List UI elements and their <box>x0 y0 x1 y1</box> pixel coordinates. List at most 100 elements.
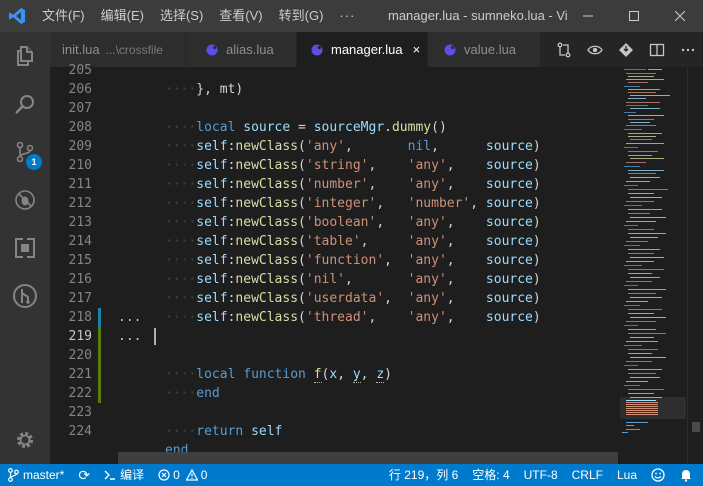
tab-manager-lua[interactable]: manager.lua × <box>297 32 428 67</box>
code-editor[interactable]: 205 206 207 208 209 210 211 212 213 214 … <box>50 63 703 464</box>
line-number: 206 <box>68 82 92 97</box>
line-number: 218 <box>68 310 92 325</box>
more-actions-icon[interactable] <box>672 32 703 67</box>
code-area[interactable]: ····}, mt) ····local source = sourceMgr.… <box>118 67 618 464</box>
code-line: end <box>164 443 189 458</box>
status-bar-right: 行 219，列 6 空格: 4 UTF-8 CRLF Lua <box>382 464 703 486</box>
title-bar: 文件(F) 编辑(E) 选择(S) 查看(V) 转到(G) ··· manage… <box>0 0 703 32</box>
sync-icon[interactable]: ⟳ <box>71 464 97 486</box>
menu-edit[interactable]: 编辑(E) <box>93 0 152 32</box>
line-number: 223 <box>68 405 92 420</box>
menu-more[interactable]: ··· <box>331 0 363 32</box>
compile-button[interactable]: 编译 <box>97 464 151 486</box>
tab-label: manager.lua <box>331 42 403 57</box>
code-line: ····self:newClass('userdata', 'any', sou… <box>164 291 541 306</box>
code-line: ····self:newClass('boolean', 'any', sour… <box>164 215 541 230</box>
gear-icon[interactable] <box>0 416 50 464</box>
code-line: ····local function f(x, y, z) <box>164 367 392 383</box>
line-number: 208 <box>68 120 92 135</box>
encoding[interactable]: UTF-8 <box>517 464 565 486</box>
code-line: ····self:newClass('thread', 'any', sourc… <box>164 310 541 325</box>
tab-alias-lua[interactable]: alias.lua <box>186 32 297 67</box>
minimap[interactable] <box>620 67 686 464</box>
search-icon[interactable] <box>0 80 50 128</box>
explorer-icon[interactable] <box>0 32 50 80</box>
code-line: ····end <box>164 386 220 401</box>
activity-bar: 1 <box>0 32 50 464</box>
warning-count: 0 <box>200 468 208 482</box>
line-number: 205 <box>68 63 92 78</box>
git-graph-icon[interactable] <box>0 272 50 320</box>
line-number-gutter: 205 206 207 208 209 210 211 212 213 214 … <box>50 63 114 464</box>
minimize-icon[interactable] <box>565 0 611 32</box>
modified-gutter-marker[interactable] <box>98 308 101 327</box>
extensions-icon[interactable] <box>0 224 50 272</box>
fold-marker[interactable]: ... <box>118 308 141 327</box>
added-gutter-marker[interactable] <box>98 327 101 403</box>
cursor-position[interactable]: 行 219，列 6 <box>382 464 465 486</box>
vscode-logo-icon <box>0 0 34 32</box>
lua-file-icon <box>311 44 323 56</box>
code-line: ····self:newClass('table', 'any', source… <box>164 234 541 249</box>
error-icon <box>158 469 170 481</box>
lua-file-icon <box>444 44 456 56</box>
scrollbar-thumb[interactable] <box>692 422 700 432</box>
branch-status[interactable]: master* <box>0 464 71 486</box>
text-cursor <box>154 328 156 345</box>
git-branch-icon <box>8 468 19 482</box>
scm-badge: 1 <box>26 154 42 170</box>
preview-eye-icon[interactable] <box>579 32 610 67</box>
line-number: 215 <box>68 253 92 268</box>
code-line: ····self:newClass('integer', 'number', s… <box>164 196 541 211</box>
tab-value-lua[interactable]: value.lua <box>428 32 541 67</box>
line-number: 211 <box>68 177 92 192</box>
vertical-scrollbar[interactable] <box>687 67 703 464</box>
line-number: 216 <box>68 272 92 287</box>
editor-actions <box>542 32 703 67</box>
current-line-number: 219 <box>68 329 92 344</box>
open-changes-icon[interactable] <box>610 32 641 67</box>
menu-go[interactable]: 转到(G) <box>271 0 332 32</box>
debug-icon[interactable] <box>0 176 50 224</box>
warning-icon <box>185 469 198 481</box>
horizontal-scrollbar[interactable] <box>118 452 618 464</box>
code-line: ····self:newClass('string', 'any', sourc… <box>164 158 541 173</box>
end-of-line[interactable]: CRLF <box>565 464 610 486</box>
line-number: 213 <box>68 215 92 230</box>
code-line: ····self:newClass('function', 'any', sou… <box>164 253 541 268</box>
notifications-bell-icon[interactable] <box>672 464 703 486</box>
lua-file-icon <box>206 44 218 56</box>
menu-selection[interactable]: 选择(S) <box>152 0 211 32</box>
maximize-icon[interactable] <box>611 0 657 32</box>
window-title: manager.lua - sumneko.lua - Vis... <box>388 8 568 23</box>
status-bar: master* ⟳ 编译 0 0 行 219，列 6 空格: 4 UTF-8 C… <box>0 464 703 486</box>
close-icon[interactable]: × <box>413 42 421 57</box>
tab-label: init.lua <box>62 42 100 57</box>
tab-label: alias.lua <box>226 42 274 57</box>
code-text: }, mt) <box>196 82 244 97</box>
language-mode[interactable]: Lua <box>610 464 644 486</box>
close-window-icon[interactable] <box>657 0 703 32</box>
line-number: 222 <box>68 386 92 401</box>
line-number: 224 <box>68 424 92 439</box>
tab-description: ...\crossfile <box>105 42 163 57</box>
indentation[interactable]: 空格: 4 <box>465 464 516 486</box>
line-number: 221 <box>68 367 92 382</box>
source-control-icon[interactable]: 1 <box>0 128 50 176</box>
fold-marker[interactable]: ... <box>118 327 141 346</box>
code-line: ····self:newClass('any', nil, source) <box>164 139 541 154</box>
line-number: 207 <box>68 101 92 116</box>
menu-file[interactable]: 文件(F) <box>34 0 93 32</box>
line-number: 212 <box>68 196 92 211</box>
menu-view[interactable]: 查看(V) <box>211 0 270 32</box>
tab-label: value.lua <box>464 42 517 57</box>
split-editor-icon[interactable] <box>641 32 672 67</box>
feedback-smiley-icon[interactable] <box>644 464 672 486</box>
editor-tabs: init.lua ...\crossfile alias.lua manager… <box>50 32 703 67</box>
branch-name: master* <box>23 468 65 482</box>
code-line: ····self:newClass('number', 'any', sourc… <box>164 177 541 192</box>
menu-bar: 文件(F) 编辑(E) 选择(S) 查看(V) 转到(G) ··· <box>34 0 363 32</box>
problems-status[interactable]: 0 0 <box>151 464 214 486</box>
compile-icon <box>104 469 116 481</box>
compare-changes-icon[interactable] <box>548 32 579 67</box>
